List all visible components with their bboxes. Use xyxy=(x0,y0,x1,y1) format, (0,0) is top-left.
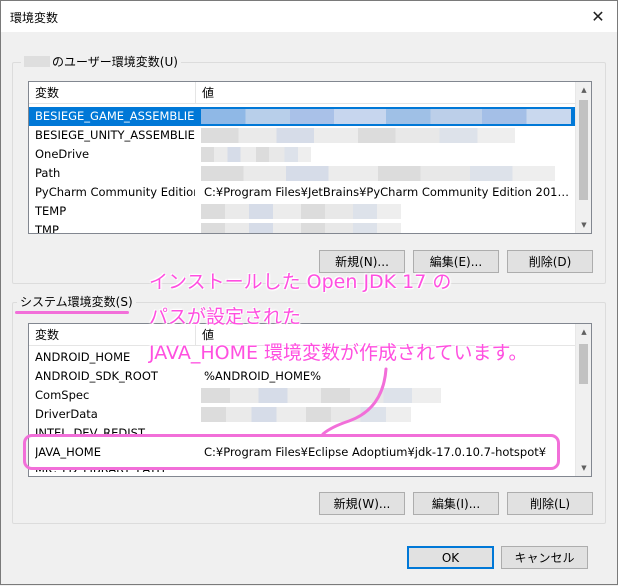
table-row[interactable]: TEMP xyxy=(29,202,575,221)
row-name: BESIEGE_GAME_ASSEMBLIES xyxy=(35,109,195,123)
scroll-up-icon[interactable]: ▲ xyxy=(576,324,591,340)
scroll-down-icon[interactable]: ▼ xyxy=(576,460,591,476)
row-name: TMP xyxy=(35,223,59,234)
table-row[interactable]: Path xyxy=(29,164,575,183)
system-delete-button[interactable]: 削除(L) xyxy=(507,492,593,515)
list-header: 変数 値 xyxy=(29,82,575,104)
system-list-scrollbar[interactable]: ▲ ▼ xyxy=(575,324,591,476)
user-variables-legend: のユーザー環境変数(U) xyxy=(21,55,181,69)
row-name: BESIEGE_UNITY_ASSEMBLIES xyxy=(35,128,195,142)
environment-variables-dialog: 環境変数 ✕ のユーザー環境変数(U) 変数 値 BESIEGE_GAME_AS… xyxy=(0,0,618,585)
row-value: %ANDROID_HOME% xyxy=(204,369,322,383)
table-row[interactable]: BESIEGE_UNITY_ASSEMBLIES xyxy=(29,126,575,145)
system-variables-group: システム環境変数(S) 変数 値 ANDROID_HOME ANDROID_SD… xyxy=(12,295,606,524)
redacted-value xyxy=(201,388,441,403)
table-row[interactable]: TMP xyxy=(29,221,575,234)
row-value: C:¥Program Files¥JetBrains¥PyCharm Commu… xyxy=(204,185,571,199)
scroll-thumb[interactable] xyxy=(579,100,588,200)
redacted-value xyxy=(201,223,401,233)
row-name: PyCharm Community Edition xyxy=(35,185,195,199)
close-icon[interactable]: ✕ xyxy=(587,5,609,27)
scroll-thumb[interactable] xyxy=(579,344,588,384)
user-variables-group: のユーザー環境変数(U) 変数 値 BESIEGE_GAME_ASSEMBLIE… xyxy=(12,55,606,284)
system-edit-button[interactable]: 編集(I)... xyxy=(413,492,499,515)
row-name: TEMP xyxy=(35,204,67,218)
username-redacted xyxy=(24,56,50,67)
annotation-line-1: インストールした Open JDK 17 の xyxy=(149,271,452,293)
user-delete-button[interactable]: 削除(D) xyxy=(507,250,593,273)
table-row[interactable]: ComSpec xyxy=(29,386,575,405)
column-header-value[interactable]: 値 xyxy=(196,82,575,104)
redacted-value xyxy=(201,204,401,219)
row-name: ComSpec xyxy=(35,388,90,402)
scroll-down-icon[interactable]: ▼ xyxy=(576,217,591,233)
row-name: ANDROID_SDK_ROOT xyxy=(35,369,158,383)
title-bar: 環境変数 ✕ xyxy=(1,1,617,32)
user-list-scrollbar[interactable]: ▲ ▼ xyxy=(575,82,591,233)
ok-button[interactable]: OK xyxy=(407,546,494,569)
row-name: OneDrive xyxy=(35,147,90,161)
table-row[interactable]: BESIEGE_GAME_ASSEMBLIES xyxy=(29,107,575,126)
table-row[interactable]: OneDrive xyxy=(29,145,575,164)
user-variables-list[interactable]: 変数 値 BESIEGE_GAME_ASSEMBLIES BESIEGE_UNI… xyxy=(28,81,592,234)
annotation-line-2: パスが設定された xyxy=(149,306,302,328)
redacted-value xyxy=(201,109,571,124)
table-row[interactable]: ANDROID_SDK_ROOT %ANDROID_HOME% xyxy=(29,367,575,386)
scroll-up-icon[interactable]: ▲ xyxy=(576,82,591,98)
redacted-value xyxy=(201,407,411,422)
annotation-line-3: JAVA_HOME 環境変数が作成されています。 xyxy=(149,342,528,364)
row-name: INTEL_DEV_REDIST xyxy=(35,426,146,434)
redacted-value xyxy=(201,128,515,143)
table-row[interactable]: PyCharm Community Edition C:¥Program Fil… xyxy=(29,183,575,202)
table-row[interactable]: INTEL_DEV_REDIST xyxy=(29,424,575,434)
user-variables-label: のユーザー環境変数(U) xyxy=(52,55,178,69)
redacted-value xyxy=(201,166,555,181)
system-new-button[interactable]: 新規(W)... xyxy=(319,492,405,515)
column-header-name[interactable]: 変数 xyxy=(29,82,196,104)
row-name: DriverData xyxy=(35,407,98,421)
table-row[interactable]: DriverData xyxy=(29,405,575,424)
redacted-value xyxy=(201,147,311,162)
java-home-highlight-box xyxy=(23,434,560,470)
window-title: 環境変数 xyxy=(10,11,59,25)
cancel-button[interactable]: キャンセル xyxy=(501,546,588,569)
legend-highlight-underline xyxy=(15,311,129,314)
row-name: Path xyxy=(35,166,61,180)
system-variables-legend: システム環境変数(S) xyxy=(17,295,136,309)
